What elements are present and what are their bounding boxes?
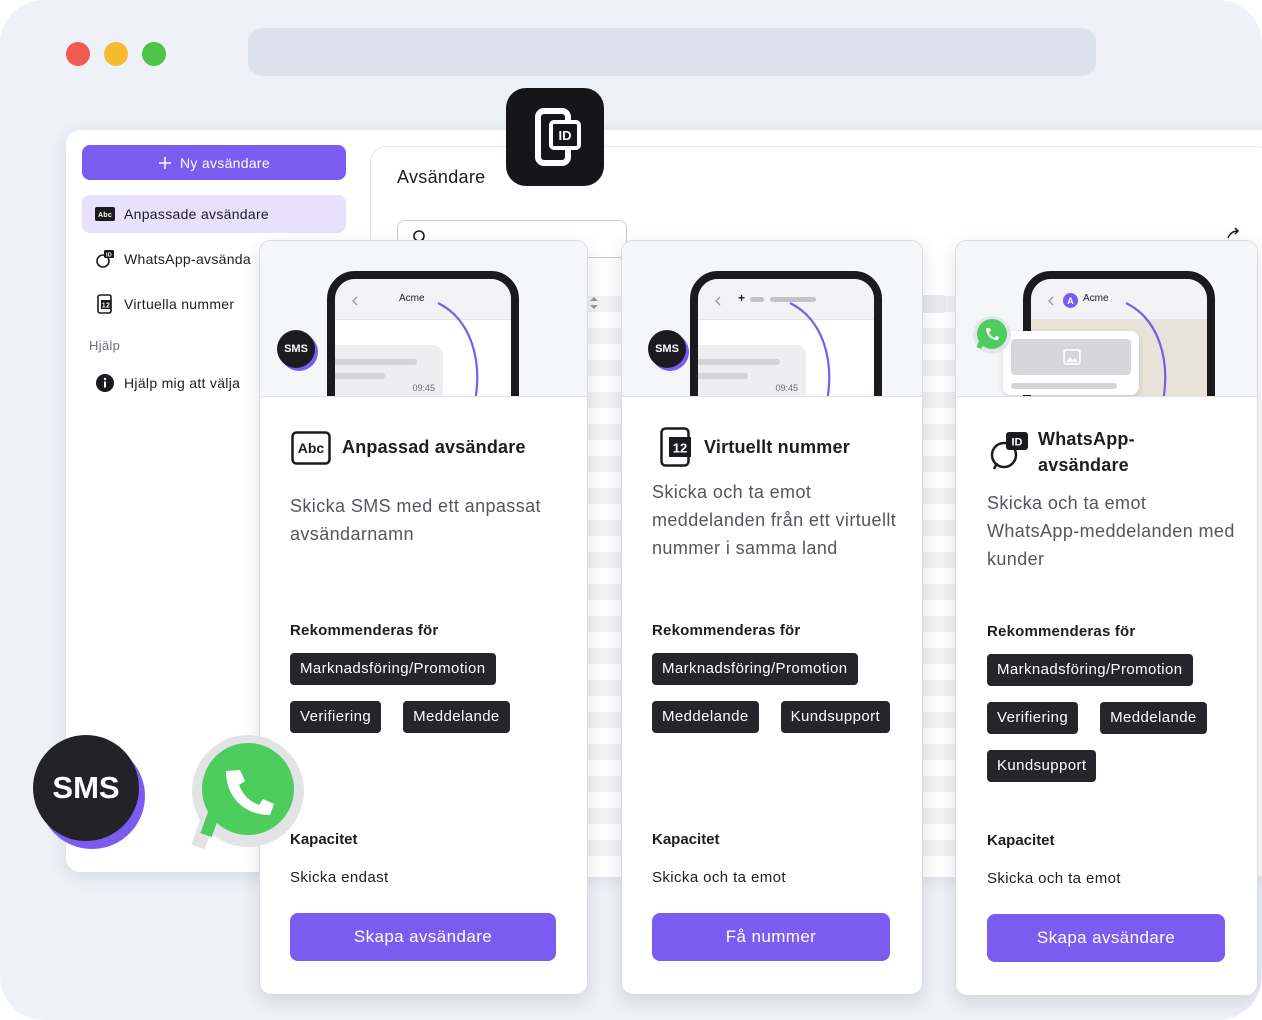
- svg-text:ID: ID: [559, 128, 572, 143]
- abc-icon: Abc: [94, 207, 116, 221]
- window-maximize-dot[interactable]: [142, 42, 166, 66]
- whatsapp-id-icon: ID: [990, 432, 1028, 470]
- back-chevron-icon: [715, 296, 721, 306]
- tag: Verifiering: [290, 701, 382, 733]
- image-placeholder: [1011, 339, 1131, 375]
- sort-icon[interactable]: [589, 296, 599, 310]
- capacity-value: Skicka endast: [290, 869, 389, 886]
- sms-big-badge: SMS: [33, 735, 139, 841]
- card-preview: Acme 09:45 SMS: [260, 241, 587, 397]
- preview-sender-name: Acme: [399, 293, 425, 304]
- message-line: [698, 359, 780, 365]
- card-description: Skicka SMS med ett anpassat avsändarnamn: [290, 496, 541, 544]
- tag-list: Marknadsföring/Promotion Verifiering Med…: [987, 654, 1237, 782]
- svg-text:ID: ID: [106, 253, 112, 259]
- plus-icon: [159, 156, 171, 169]
- create-sender-button[interactable]: Skapa avsändare: [290, 913, 556, 961]
- svg-text:Abc: Abc: [298, 440, 325, 456]
- capacity-label: Kapacitet: [987, 832, 1055, 849]
- tag: Meddelande: [652, 701, 759, 733]
- tag: Marknadsföring/Promotion: [987, 654, 1193, 686]
- get-number-button[interactable]: Få nummer: [652, 913, 890, 961]
- sender-id-badge: ID: [506, 88, 604, 186]
- card-title: Virtuellt nummer: [704, 437, 850, 457]
- whatsapp-id-icon: ID: [94, 249, 116, 269]
- message-line: [335, 359, 417, 365]
- sidebar-item-label: Hjälp mig att välja: [124, 375, 241, 391]
- sender-card-custom: Acme 09:45 SMS Abc Anpassad avsändare Sk…: [259, 240, 588, 995]
- info-icon: [94, 374, 116, 392]
- card-title: Anpassad avsändare: [342, 437, 526, 457]
- card-title: WhatsApp-avsändare: [1038, 429, 1135, 475]
- browser-frame: Ny avsändare Abc Anpassade avsändare ID …: [0, 0, 1262, 1020]
- preview-sender-name: Acme: [1083, 293, 1109, 304]
- recommended-label: Rekommenderas för: [987, 623, 1136, 640]
- arrow-icon: [789, 302, 831, 396]
- window-minimize-dot[interactable]: [104, 42, 128, 66]
- number-12-icon: 12: [660, 427, 691, 467]
- tag: Marknadsföring/Promotion: [652, 653, 858, 685]
- create-sender-button[interactable]: Skapa avsändare: [987, 914, 1225, 962]
- svg-text:ID: ID: [1012, 437, 1023, 449]
- sender-card-whatsapp: A Acme ID WhatsApp-avsändare Skicka och …: [955, 240, 1258, 996]
- preview-message-bubble: 09:45: [335, 345, 443, 396]
- capacity-value: Skicka och ta emot: [987, 870, 1121, 887]
- window-close-dot[interactable]: [66, 42, 90, 66]
- share-icon[interactable]: [1226, 226, 1242, 240]
- number-placeholder: [750, 297, 764, 302]
- back-chevron-icon: [352, 296, 358, 306]
- sidebar-item-label: WhatsApp-avsända: [124, 251, 251, 267]
- tag: Meddelande: [403, 701, 510, 733]
- sender-card-virtual-number: + 09:45 SMS 12 Virtuellt nummer Skicka o…: [621, 240, 923, 995]
- message-line: [1011, 383, 1117, 389]
- preview-sender-number: +: [738, 291, 746, 305]
- avatar: A: [1063, 293, 1078, 308]
- sidebar-item-custom-senders[interactable]: Abc Anpassade avsändare: [82, 195, 346, 233]
- arrow-icon: [437, 302, 479, 396]
- message-line: [335, 373, 385, 379]
- new-sender-label: Ny avsändare: [180, 154, 270, 171]
- tag: Kundsupport: [780, 701, 891, 733]
- recommended-label: Rekommenderas för: [652, 622, 801, 639]
- message-line: [698, 373, 748, 379]
- sidebar-item-label: Anpassade avsändare: [124, 206, 270, 222]
- tag: Verifiering: [987, 702, 1079, 734]
- new-sender-button[interactable]: Ny avsändare: [82, 145, 346, 180]
- svg-text:Abc: Abc: [98, 212, 112, 219]
- tag-list: Marknadsföring/Promotion Verifiering Med…: [290, 653, 570, 733]
- image-icon: [1063, 349, 1081, 365]
- abc-icon: Abc: [291, 431, 331, 465]
- sms-badge: SMS: [277, 330, 315, 368]
- capacity-value: Skicka och ta emot: [652, 869, 786, 886]
- arrow-icon: [1125, 302, 1167, 396]
- number-12-icon: 12: [94, 294, 116, 314]
- whatsapp-big-icon: [191, 735, 304, 850]
- tag-list: Marknadsföring/Promotion Meddelande Kund…: [652, 653, 902, 733]
- tag: Meddelande: [1100, 702, 1207, 734]
- recommended-label: Rekommenderas för: [290, 622, 439, 639]
- sidebar-item-label: Virtuella nummer: [124, 296, 235, 312]
- phone-id-icon: ID: [535, 108, 581, 166]
- card-preview: + 09:45 SMS: [622, 241, 922, 397]
- card-description: Skicka och ta emot WhatsApp-meddelanden …: [987, 493, 1235, 569]
- back-chevron-icon: [1048, 296, 1054, 306]
- tag: Marknadsföring/Promotion: [290, 653, 496, 685]
- card-preview: A Acme: [956, 241, 1257, 397]
- phone-mockup: Acme 09:45: [327, 271, 519, 396]
- help-heading: Hjälp: [89, 338, 121, 353]
- tag: Kundsupport: [987, 750, 1097, 782]
- whatsapp-icon: [973, 316, 1011, 354]
- svg-text:12: 12: [102, 303, 110, 310]
- svg-text:12: 12: [673, 441, 687, 456]
- address-bar[interactable]: [248, 28, 1096, 76]
- sms-badge: SMS: [648, 330, 686, 368]
- card-description: Skicka och ta emot meddelanden från ett …: [652, 482, 897, 558]
- page-title: Avsändare: [397, 167, 486, 187]
- capacity-label: Kapacitet: [652, 831, 720, 848]
